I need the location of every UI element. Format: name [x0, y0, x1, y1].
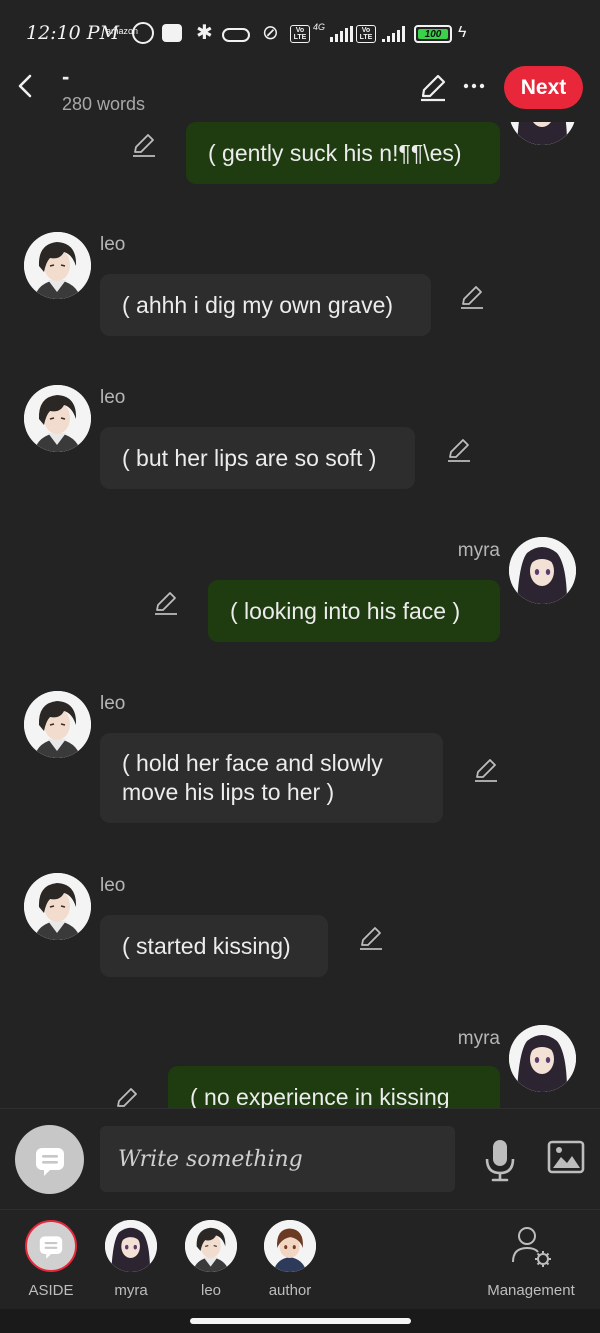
myra-avatar [105, 1220, 157, 1272]
edit-message-icon[interactable] [473, 757, 499, 783]
pencil-icon [421, 74, 446, 102]
nav-item-author[interactable]: author [250, 1220, 330, 1299]
leo-avatar[interactable] [24, 873, 91, 940]
message-item: leo ( ahhh i dig my own grave) [0, 230, 600, 350]
word-count: 280 words [62, 94, 146, 114]
sender-name: myra [457, 540, 500, 561]
message-item: leo ( hold her face and slowly move his … [0, 689, 600, 839]
header: - 280 words Next [0, 60, 600, 122]
leo-avatar[interactable] [24, 232, 91, 299]
leo-avatar [185, 1220, 237, 1272]
aside-toggle-button[interactable] [15, 1125, 84, 1194]
message-bubble[interactable]: ( no experience in kissing [168, 1066, 500, 1108]
home-indicator[interactable] [190, 1318, 411, 1324]
message-input-box [100, 1126, 455, 1192]
character-bar: ASIDE myra leo author Management [0, 1209, 600, 1309]
next-button[interactable]: Next [504, 66, 583, 109]
message-item: leo ( started kissing) [0, 871, 600, 991]
battery-icon: 100 [414, 25, 452, 43]
message-item: myra ( no experience in kissing [0, 1024, 600, 1108]
bluetooth-icon: ✱ [196, 22, 213, 44]
edit-message-icon[interactable] [114, 1086, 140, 1108]
composer-bar [0, 1108, 600, 1208]
nav-label: Management [487, 1282, 575, 1299]
image-icon [547, 1140, 585, 1174]
chat-thread[interactable]: ( gently suck his n!¶¶\es) leo ( ahhh i … [0, 110, 600, 1108]
microphone-button[interactable] [482, 1137, 518, 1183]
signal-icon [330, 26, 353, 42]
nav-item-leo[interactable]: leo [171, 1220, 251, 1299]
author-avatar [264, 1220, 316, 1272]
battery-level: 100 [418, 29, 448, 40]
message-text: ( no experience in kissing [190, 1083, 450, 1109]
message-text: ( looking into his face ) [230, 597, 461, 624]
messages-icon [162, 24, 182, 42]
edit-message-icon[interactable] [446, 437, 472, 463]
network-type: 4G [313, 22, 326, 32]
nav-item-myra[interactable]: myra [91, 1220, 171, 1299]
signal-icon-2 [382, 26, 405, 42]
message-text: ( started kissing) [122, 932, 291, 959]
nav-label: ASIDE [28, 1282, 74, 1299]
message-text: ( hold her face and slowly move his lips… [122, 750, 383, 805]
message-bubble[interactable]: ( ahhh i dig my own grave) [100, 274, 431, 336]
sender-name: leo [100, 875, 126, 896]
myra-avatar[interactable] [509, 1025, 576, 1092]
sender-name: leo [100, 387, 126, 408]
message-item: myra ( looking into his face ) [0, 536, 600, 656]
edit-button[interactable] [418, 72, 448, 102]
nav-label: author [268, 1282, 312, 1299]
aside-chat-icon [35, 1230, 67, 1262]
story-title: - [62, 64, 70, 89]
volte-icon-2: Vo LTE [356, 25, 376, 43]
edit-message-icon[interactable] [459, 284, 485, 310]
leo-avatar[interactable] [24, 385, 91, 452]
message-bubble[interactable]: ( started kissing) [100, 915, 328, 977]
insert-image-button[interactable] [546, 1139, 586, 1175]
edit-message-icon[interactable] [358, 925, 384, 951]
nav-item-aside[interactable]: ASIDE [11, 1220, 91, 1299]
myra-avatar[interactable] [509, 537, 576, 604]
user-settings-icon [512, 1227, 551, 1267]
charging-icon: ϟ [458, 24, 467, 41]
message-item: ( gently suck his n!¶¶\es) [0, 110, 600, 190]
microphone-icon [485, 1140, 515, 1182]
message-bubble[interactable]: ( but her lips are so soft ) [100, 427, 415, 489]
edit-message-icon[interactable] [131, 132, 157, 158]
back-button[interactable] [14, 70, 38, 102]
message-text: ( but her lips are so soft ) [122, 444, 377, 471]
sender-name: leo [100, 693, 126, 714]
more-options-button[interactable] [462, 72, 486, 100]
aside-chat-icon [30, 1140, 70, 1180]
status-bar: 12:10 PM amazon ✱ ⊘ Vo LTE 4G Vo LTE 100 ϟ [0, 0, 600, 68]
message-bubble[interactable]: ( looking into his face ) [208, 580, 500, 642]
more-dots-icon [463, 83, 485, 89]
message-input[interactable] [100, 1126, 455, 1192]
nav-label: myra [114, 1282, 148, 1299]
whatsapp-icon [132, 22, 154, 44]
message-text: ( gently suck his n!¶¶\es) [208, 139, 462, 166]
message-text: ( ahhh i dig my own grave) [122, 291, 394, 318]
mute-icon: ⊘ [262, 22, 279, 44]
sender-name: myra [457, 1028, 500, 1049]
chevron-left-icon [18, 74, 32, 98]
aside-avatar [25, 1220, 77, 1272]
message-bubble[interactable]: ( gently suck his n!¶¶\es) [186, 122, 500, 184]
volte-icon: Vo LTE [290, 25, 310, 43]
nav-item-management[interactable]: Management [486, 1220, 576, 1299]
nav-label: leo [200, 1282, 222, 1299]
message-bubble[interactable]: ( hold her face and slowly move his lips… [100, 733, 443, 823]
edit-message-icon[interactable] [153, 590, 179, 616]
leo-avatar[interactable] [24, 691, 91, 758]
link-icon [222, 28, 250, 42]
message-item: leo ( but her lips are so soft ) [0, 383, 600, 503]
sender-name: leo [100, 234, 126, 255]
